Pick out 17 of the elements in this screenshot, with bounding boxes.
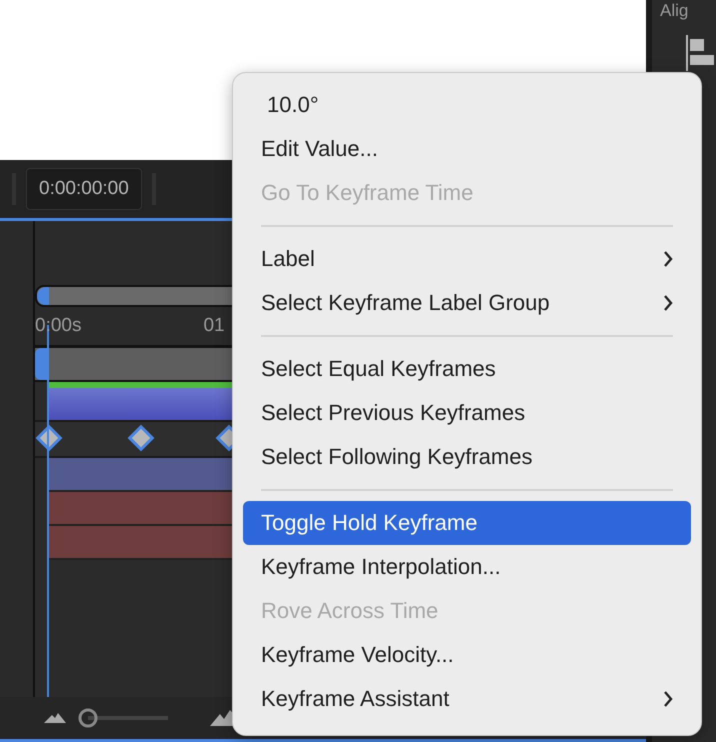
- menu-item[interactable]: Toggle Hold Keyframe: [243, 501, 691, 545]
- menu-item[interactable]: Keyframe Interpolation...: [243, 545, 691, 589]
- ruler-label: 01: [203, 315, 225, 337]
- value-label: 10.0°: [266, 91, 320, 119]
- menu-item[interactable]: Select Following Keyframes: [243, 435, 691, 479]
- menu-item[interactable]: Keyframe Velocity...: [243, 633, 691, 677]
- menu-item[interactable]: Label: [243, 237, 691, 281]
- menu-item[interactable]: Select Previous Keyframes: [243, 391, 691, 435]
- panel-title: Alig: [660, 1, 690, 21]
- menu-item[interactable]: Select Equal Keyframes: [243, 347, 691, 391]
- menu-item[interactable]: Edit Value...: [243, 127, 691, 171]
- align-left-icon[interactable]: [686, 35, 716, 71]
- ruler-label: 0:00s: [35, 315, 82, 337]
- menu-item[interactable]: Select Keyframe Label Group: [243, 281, 691, 325]
- timecode-field[interactable]: 0:00:00:00: [26, 168, 142, 210]
- menu-item[interactable]: Keyframe Assistant: [243, 677, 691, 721]
- zoom-out-icon[interactable]: [44, 713, 66, 723]
